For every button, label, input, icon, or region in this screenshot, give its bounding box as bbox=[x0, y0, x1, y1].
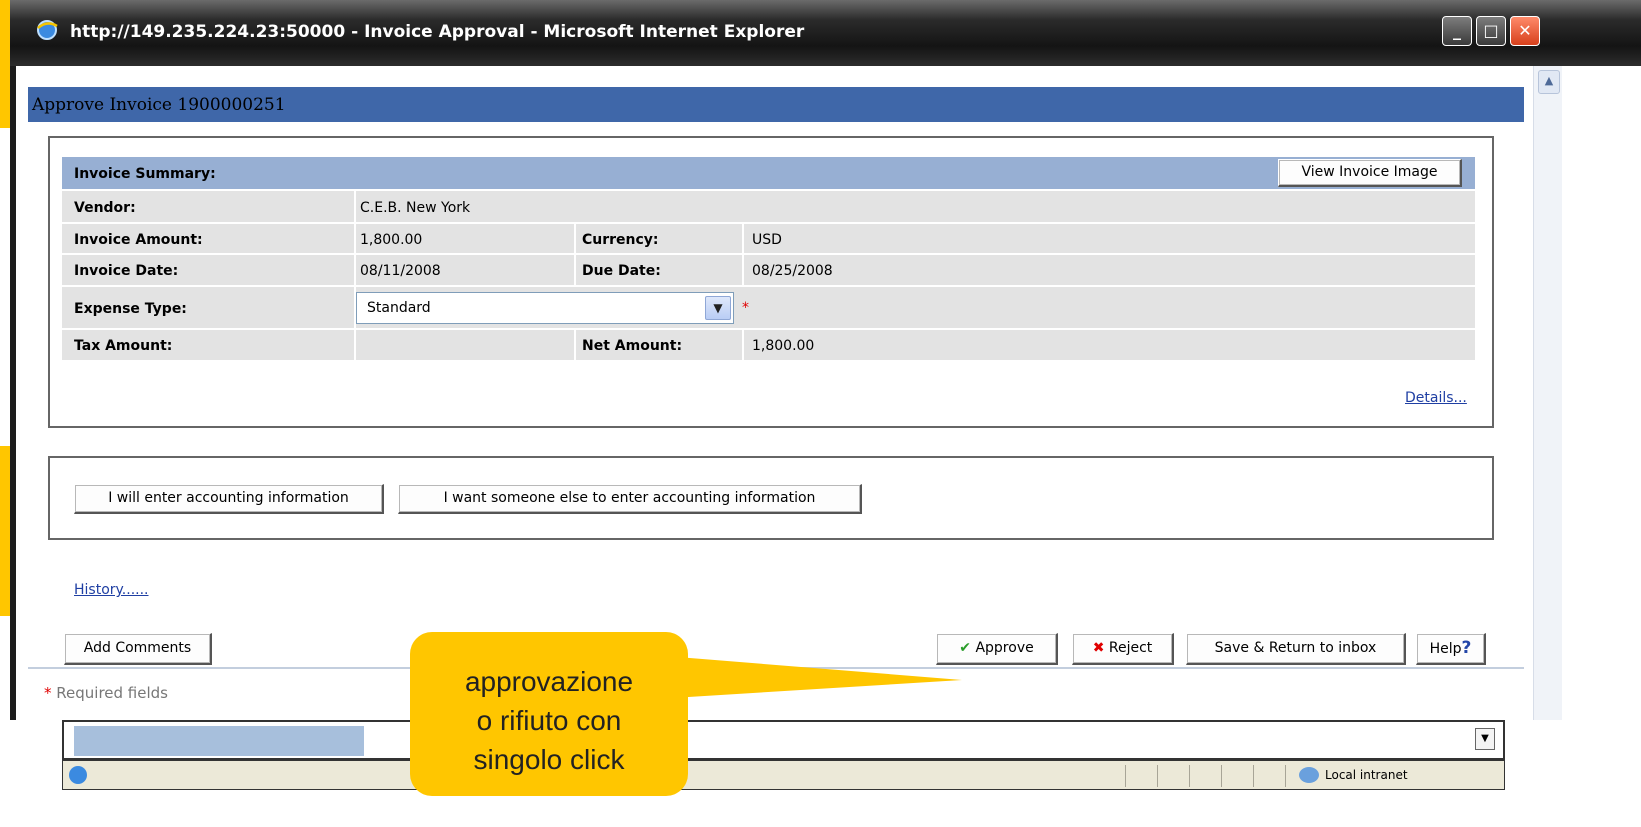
help-button[interactable]: Help? bbox=[1416, 633, 1486, 665]
expense-type-select[interactable]: Standard ▼ bbox=[356, 292, 734, 324]
page-title: Approve Invoice 1900000251 bbox=[32, 95, 286, 115]
self-enter-accounting-button[interactable]: I will enter accounting information bbox=[74, 484, 384, 514]
callout-pointer bbox=[640, 654, 962, 700]
vendor-value: C.E.B. New York bbox=[360, 200, 471, 216]
window-frame-left bbox=[10, 66, 16, 720]
status-bar: Local intranet bbox=[62, 760, 1505, 790]
reject-label: Reject bbox=[1108, 640, 1153, 656]
scroll-up-arrow-icon[interactable]: ▲ bbox=[1538, 70, 1560, 94]
x-icon: ✖ bbox=[1092, 640, 1105, 656]
due-date-value: 08/25/2008 bbox=[752, 263, 833, 279]
currency-value: USD bbox=[752, 232, 782, 248]
due-date-label: Due Date: bbox=[582, 263, 661, 279]
summary-header-row: Invoice Summary: View Invoice Image bbox=[62, 157, 1475, 191]
page-status-icon bbox=[69, 766, 87, 784]
details-link[interactable]: Details... bbox=[1405, 390, 1467, 406]
page-header: Approve Invoice 1900000251 bbox=[28, 87, 1524, 122]
help-label: Help bbox=[1429, 641, 1462, 657]
lower-frame: ▼ bbox=[62, 720, 1505, 760]
tax-amount-row: Tax Amount: Net Amount: 1,800.00 bbox=[62, 330, 1475, 362]
window-title: http://149.235.224.23:50000 - Invoice Ap… bbox=[70, 22, 805, 42]
chevron-down-icon[interactable]: ▼ bbox=[705, 296, 731, 320]
view-invoice-image-button[interactable]: View Invoice Image bbox=[1278, 159, 1462, 187]
add-comments-button[interactable]: Add Comments bbox=[64, 633, 212, 665]
vendor-label: Vendor: bbox=[74, 200, 136, 216]
local-intranet-globe-icon bbox=[1299, 767, 1319, 783]
invoice-amount-label: Invoice Amount: bbox=[74, 232, 203, 248]
internet-explorer-icon bbox=[37, 20, 58, 40]
zone-label: Local intranet bbox=[1325, 768, 1408, 782]
save-return-inbox-button[interactable]: Save & Return to inbox bbox=[1186, 633, 1406, 665]
currency-label: Currency: bbox=[582, 232, 659, 248]
other-enter-accounting-button[interactable]: I want someone else to enter accounting … bbox=[398, 484, 862, 514]
expense-required-mark: * bbox=[742, 300, 749, 316]
invoice-amount-row: Invoice Amount: 1,800.00 Currency: USD bbox=[62, 224, 1475, 255]
reject-button[interactable]: ✖ Reject bbox=[1072, 633, 1174, 665]
callout-line-2: o rifiuto con bbox=[476, 705, 622, 736]
maximize-button[interactable]: □ bbox=[1476, 16, 1506, 46]
dropdown-arrow-icon[interactable]: ▼ bbox=[1475, 728, 1495, 750]
invoice-amount-value: 1,800.00 bbox=[360, 232, 423, 248]
callout-line-3: singolo click bbox=[473, 744, 625, 775]
minimize-button[interactable]: _ bbox=[1442, 16, 1472, 46]
invoice-date-value: 08/11/2008 bbox=[360, 263, 441, 279]
approve-label: Approve bbox=[975, 640, 1034, 656]
required-note-mark: * bbox=[44, 684, 52, 702]
required-fields-note: * Required fields bbox=[44, 684, 168, 702]
vertical-scrollbar[interactable]: ▲ bbox=[1533, 66, 1562, 720]
close-button[interactable]: ✕ bbox=[1510, 16, 1540, 46]
callout-line-1: approvazione bbox=[464, 666, 634, 697]
expense-type-row: Expense Type: bbox=[62, 287, 1475, 330]
annotation-callout: approvazione o rifiuto con singolo click bbox=[410, 632, 688, 796]
invoice-date-label: Invoice Date: bbox=[74, 263, 179, 279]
tax-amount-label: Tax Amount: bbox=[74, 338, 173, 354]
lower-frame-panel bbox=[74, 726, 364, 756]
question-mark-icon: ? bbox=[1461, 638, 1472, 658]
summary-title: Invoice Summary: bbox=[74, 166, 216, 182]
net-amount-value: 1,800.00 bbox=[752, 338, 815, 354]
invoice-date-row: Invoice Date: 08/11/2008 Due Date: 08/25… bbox=[62, 255, 1475, 287]
vendor-row: Vendor: C.E.B. New York bbox=[62, 191, 1475, 224]
expense-type-selected-value: Standard bbox=[367, 300, 431, 316]
history-link[interactable]: History...... bbox=[74, 582, 149, 598]
required-note-text: Required fields bbox=[56, 684, 168, 702]
net-amount-label: Net Amount: bbox=[582, 338, 683, 354]
title-bar[interactable]: http://149.235.224.23:50000 - Invoice Ap… bbox=[10, 0, 1641, 66]
expense-type-label: Expense Type: bbox=[74, 301, 187, 317]
